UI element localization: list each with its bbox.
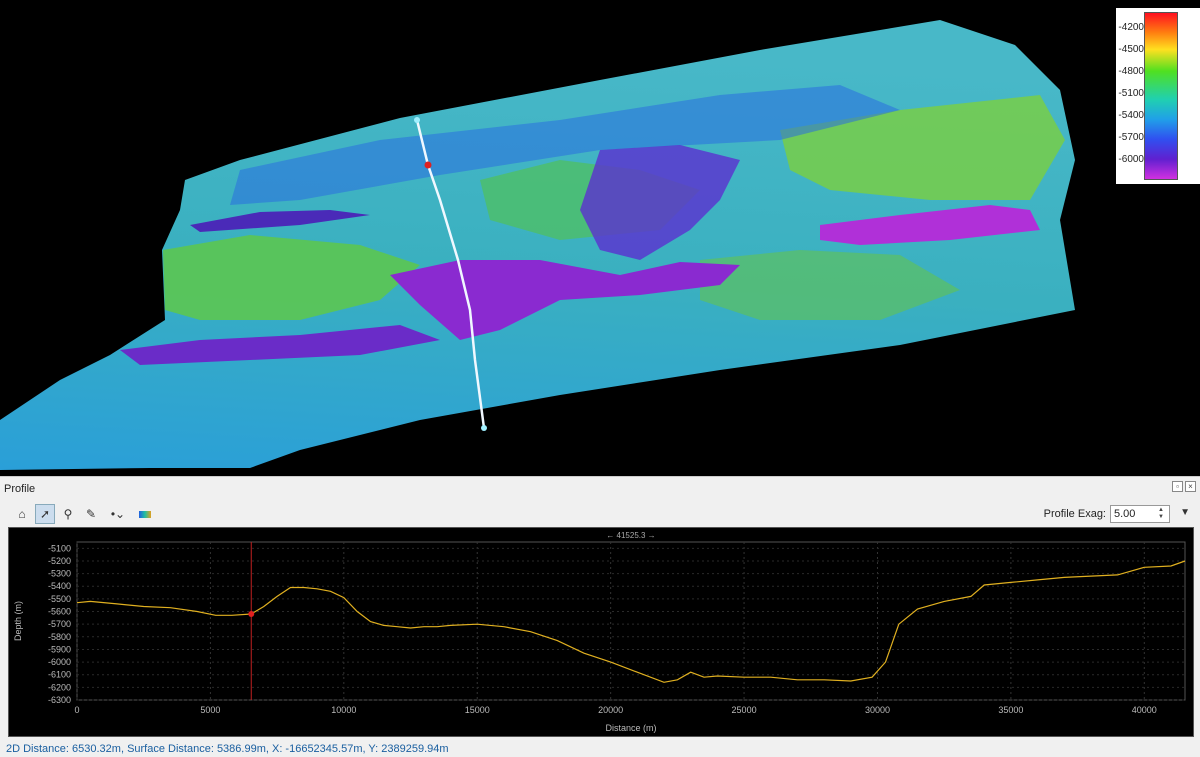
- float-icon[interactable]: ▫: [1172, 481, 1183, 492]
- palette-icon[interactable]: [135, 504, 155, 524]
- colorbar-label: -5700: [1118, 132, 1144, 143]
- swath-area: [0, 20, 1075, 470]
- x-tick-label: 15000: [465, 705, 490, 715]
- x-tick-label: 5000: [200, 705, 220, 715]
- x-tick-label: 10000: [331, 705, 356, 715]
- spin-arrows-icon[interactable]: ▲ ▼: [1158, 507, 1168, 521]
- marker-icon[interactable]: •⌄: [104, 504, 132, 524]
- bathymetry-surface[interactable]: [0, 0, 1200, 476]
- x-tick-label: 40000: [1132, 705, 1157, 715]
- y-tick-label: -6000: [48, 657, 71, 667]
- profile-chart[interactable]: 0 5000 10000 15000 20000 25000 30000 35000 40000…: [8, 527, 1194, 737]
- y-tick-label: -5800: [48, 632, 71, 642]
- measure-icon[interactable]: ✎: [81, 504, 101, 524]
- colorbar-gradient: [1144, 12, 1178, 180]
- profile-exag-group: Profile Exag: 5.00 ▲ ▼: [1044, 505, 1170, 523]
- depth-colorbar: -4200 -4500 -4800 -5100 -5400 -5700 -600…: [1116, 8, 1200, 184]
- total-distance-label: ← 41525.3 →: [606, 531, 655, 540]
- profile-toolbar: ⌂ ➚ ⚲ ✎ •⌄: [12, 503, 155, 525]
- panel-window-controls: ▫ ×: [1172, 481, 1196, 492]
- status-bar-text: 2D Distance: 6530.32m, Surface Distance:…: [6, 743, 449, 755]
- y-tick-label: -5200: [48, 556, 71, 566]
- panel-title: Profile: [4, 483, 36, 495]
- zoom-icon[interactable]: ⚲: [58, 504, 78, 524]
- y-tick-label: -5900: [48, 644, 71, 654]
- colorbar-label: -5400: [1118, 110, 1144, 121]
- colorbar-label: -4200: [1118, 22, 1144, 33]
- profile-chart-svg[interactable]: 0 5000 10000 15000 20000 25000 30000 35000 40000…: [9, 528, 1195, 738]
- y-tick-label: -6200: [48, 682, 71, 692]
- close-icon[interactable]: ×: [1185, 481, 1196, 492]
- home-icon[interactable]: ⌂: [12, 504, 32, 524]
- x-tick-label: 0: [74, 705, 79, 715]
- exag-spinbox[interactable]: 5.00 ▲ ▼: [1110, 505, 1170, 523]
- depth-profile-line: [76, 560, 1186, 683]
- y-tick-label: -6100: [48, 670, 71, 680]
- pointer-icon[interactable]: ➚: [35, 504, 55, 524]
- colorbar-label: -6000: [1118, 154, 1144, 165]
- exag-value: 5.00: [1114, 508, 1136, 520]
- y-tick-label: -5100: [48, 543, 71, 553]
- y-tick-label: -6300: [48, 695, 71, 705]
- cursor-point: [248, 611, 255, 618]
- x-axis-label: Distance (m): [605, 723, 656, 733]
- profile-cursor-marker[interactable]: [424, 161, 432, 169]
- x-tick-label: 25000: [732, 705, 757, 715]
- exag-label: Profile Exag:: [1043, 508, 1106, 520]
- y-tick-label: -5500: [48, 594, 71, 604]
- x-tick-label: 30000: [865, 705, 890, 715]
- profile-end-handle[interactable]: [481, 425, 487, 431]
- profile-panel: Profile ▫ × ⌂ ➚ ⚲ ✎ •⌄ Profile Exag: 5.0…: [0, 476, 1200, 757]
- 3d-bathymetry-viewport[interactable]: -4200 -4500 -4800 -5100 -5400 -5700 -600…: [0, 0, 1200, 476]
- colorbar-label: -4500: [1118, 44, 1144, 55]
- colorbar-label: -5100: [1118, 88, 1144, 99]
- plot-frame: [76, 541, 1186, 701]
- expand-more-icon[interactable]: ▼: [1180, 507, 1190, 518]
- y-tick-label: -5400: [48, 581, 71, 591]
- y-tick-label: -5300: [48, 569, 71, 579]
- y-tick-label: -5700: [48, 619, 71, 629]
- y-tick-label: -5600: [48, 607, 71, 617]
- x-tick-label: 20000: [598, 705, 623, 715]
- x-tick-label: 35000: [998, 705, 1023, 715]
- y-axis-label: Depth (m): [13, 601, 23, 641]
- colorbar-label: -4800: [1118, 66, 1144, 77]
- profile-start-handle[interactable]: [414, 117, 420, 123]
